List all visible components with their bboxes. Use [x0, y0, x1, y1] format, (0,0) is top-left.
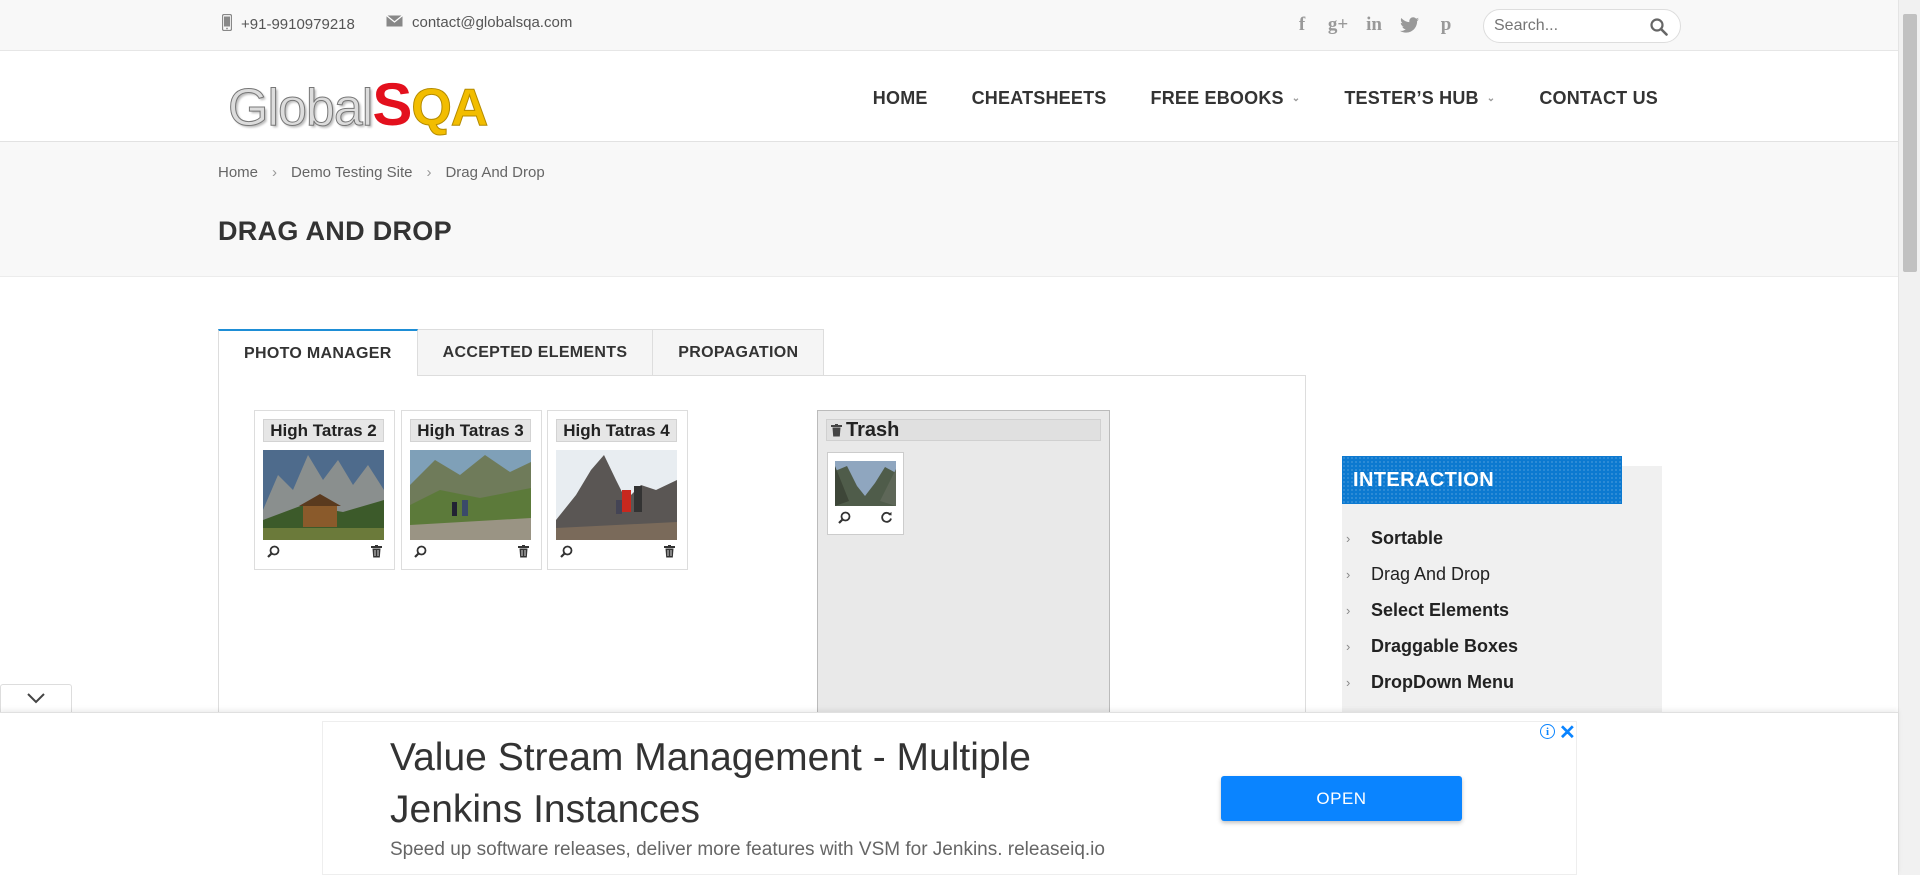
breadcrumb-home[interactable]: Home — [218, 164, 258, 181]
sidebar-item-label: DropDown Menu — [1371, 671, 1514, 692]
search-input[interactable] — [1494, 16, 1644, 36]
page-scrollbar[interactable] — [1898, 0, 1920, 875]
main-nav: HOME CHEATSHEETS FREE EBOOKS ⌄ TESTER’S H… — [873, 88, 1658, 109]
sidebar-item-select-elements[interactable]: › Select Elements — [1346, 592, 1518, 628]
zoom-icon[interactable] — [414, 545, 427, 563]
nav-testers-hub-label: TESTER’S HUB — [1344, 88, 1479, 108]
page-header-band: Home › Demo Testing Site › Drag And Drop… — [0, 142, 1898, 277]
breadcrumb: Home › Demo Testing Site › Drag And Drop — [218, 164, 545, 181]
nav-contact-us[interactable]: CONTACT US — [1539, 88, 1658, 109]
site-logo[interactable]: Global S QA — [227, 70, 489, 139]
sidebar-item-label: Select Elements — [1371, 599, 1510, 620]
tab-propagation[interactable]: PROPAGATION — [652, 329, 825, 375]
nav-cheatsheets[interactable]: CHEATSHEETS — [972, 88, 1107, 109]
google-plus-icon[interactable]: g+ — [1326, 12, 1350, 38]
ad-headline[interactable]: Value Stream Management - Multiple Jenki… — [390, 732, 1170, 836]
social-links: f g+ in p — [1290, 12, 1458, 38]
page-title: DRAG AND DROP — [218, 216, 452, 246]
nav-free-ebooks[interactable]: FREE EBOOKS ⌄ — [1151, 88, 1301, 109]
logo-text-global: Global — [227, 79, 373, 138]
scrollbar-thumb[interactable] — [1903, 14, 1917, 272]
zoom-icon[interactable] — [267, 545, 280, 563]
ad-open-button[interactable]: OPEN — [1221, 776, 1462, 821]
sidebar-list: › Sortable › Drag And Drop › Select Element… — [1346, 520, 1518, 700]
sidebar-item-label: Draggable Boxes — [1371, 635, 1519, 656]
trash-header: Trash — [826, 419, 1101, 441]
breadcrumb-separator: › — [272, 164, 278, 181]
nav-free-ebooks-label: FREE EBOOKS — [1150, 88, 1284, 108]
trash-icon[interactable] — [371, 545, 382, 563]
zoom-icon[interactable] — [560, 545, 573, 563]
gallery-item[interactable]: High Tatras 4 — [547, 410, 688, 570]
chevron-right-icon: › — [1346, 530, 1351, 546]
chevron-right-icon: › — [1346, 638, 1351, 654]
sidebar-item-label: Drag And Drop — [1371, 563, 1491, 584]
chevron-right-icon: › — [1346, 602, 1351, 618]
tab-accepted-elements[interactable]: ACCEPTED ELEMENTS — [416, 329, 654, 375]
top-bar: +91-9910979218 contact@globalsqa.com f g… — [0, 0, 1898, 51]
photo-high-tatras-2[interactable] — [263, 450, 384, 540]
trash-icon — [831, 423, 842, 437]
photo-high-tatras-3[interactable] — [410, 450, 531, 540]
sidebar-item-drag-and-drop[interactable]: › Drag And Drop — [1346, 556, 1518, 592]
zoom-icon[interactable] — [838, 511, 851, 529]
chevron-down-icon — [26, 691, 46, 709]
gallery-item-title: High Tatras 2 — [263, 419, 384, 442]
ad-info-icon[interactable]: i — [1540, 724, 1555, 739]
sidebar-item-dropdown-menu[interactable]: › DropDown Menu — [1346, 664, 1518, 700]
chevron-down-icon: ⌄ — [1291, 93, 1301, 104]
trash-title: Trash — [846, 418, 900, 441]
gallery-item-title: High Tatras 3 — [410, 419, 531, 442]
phone-number: +91-9910979218 — [241, 16, 355, 33]
gallery-item[interactable]: High Tatras 3 — [401, 410, 542, 570]
nav-contact-us-label: CONTACT US — [1539, 88, 1658, 108]
gallery-item[interactable]: High Tatras 2 — [254, 410, 395, 570]
demo-tabs: PHOTO MANAGER ACCEPTED ELEMENTS PROPAGAT… — [218, 329, 825, 376]
breadcrumb-demo[interactable]: Demo Testing Site — [291, 164, 412, 181]
linkedin-icon[interactable]: in — [1362, 12, 1386, 38]
contact-phone: +91-9910979218 — [221, 13, 355, 35]
photo-high-tatras-4[interactable] — [556, 450, 677, 540]
trash-icon[interactable] — [664, 545, 675, 563]
logo-text-s: S — [372, 71, 412, 138]
nav-testers-hub[interactable]: TESTER’S HUB ⌄ — [1344, 88, 1495, 109]
sidebar-item-sortable[interactable]: › Sortable — [1346, 520, 1518, 556]
sidebar-item-draggable-boxes[interactable]: › Draggable Boxes — [1346, 628, 1518, 664]
trash-dropzone[interactable]: Trash — [817, 410, 1110, 720]
facebook-icon[interactable]: f — [1290, 12, 1314, 38]
sidebar-title: INTERACTION — [1342, 456, 1622, 504]
trash-item[interactable] — [827, 452, 904, 535]
nav-home[interactable]: HOME — [873, 88, 928, 109]
ad-close-icon[interactable]: ✕ — [1559, 720, 1576, 745]
gallery-item-title: High Tatras 4 — [556, 419, 677, 442]
chevron-right-icon: › — [1346, 566, 1351, 582]
chevron-down-icon: ⌄ — [1486, 93, 1496, 104]
chevron-right-icon: › — [1346, 674, 1351, 690]
logo-text-qa: QA — [411, 79, 489, 138]
search-icon[interactable] — [1650, 18, 1668, 41]
contact-email[interactable]: contact@globalsqa.com — [386, 14, 572, 31]
breadcrumb-separator: › — [426, 164, 432, 181]
nav-home-label: HOME — [872, 88, 928, 108]
ad-collapse-toggle[interactable] — [0, 684, 72, 714]
trash-icon[interactable] — [518, 545, 529, 563]
pinterest-icon[interactable]: p — [1434, 12, 1458, 38]
twitter-icon[interactable] — [1398, 12, 1422, 38]
sidebar-item-label: Sortable — [1371, 527, 1444, 548]
search-box — [1483, 9, 1681, 43]
recycle-icon[interactable] — [880, 511, 893, 529]
site-header: Global S QA HOME CHEATSHEETS FREE EBOOKS ⌄ … — [0, 52, 1898, 142]
ad-description[interactable]: Speed up software releases, deliver more… — [390, 839, 1105, 861]
tab-photo-manager[interactable]: PHOTO MANAGER — [218, 329, 418, 376]
breadcrumb-current: Drag And Drop — [445, 164, 545, 181]
photo-high-tatras-1[interactable] — [835, 461, 896, 506]
nav-cheatsheets-label: CHEATSHEETS — [971, 88, 1107, 108]
phone-icon — [221, 13, 233, 35]
mail-icon — [386, 14, 403, 31]
email-address[interactable]: contact@globalsqa.com — [412, 14, 572, 31]
